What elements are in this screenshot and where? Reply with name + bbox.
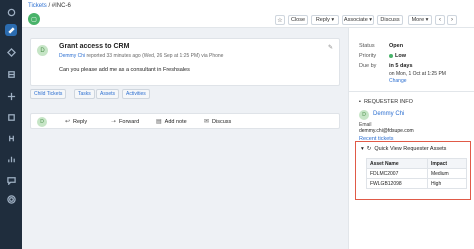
status-row: Status Open xyxy=(359,43,404,49)
settings-nav-icon[interactable] xyxy=(6,194,16,204)
impact-cell: Medium xyxy=(426,168,468,179)
next-ticket-icon[interactable]: › xyxy=(447,15,457,25)
requester-info-header: ▪ REQUESTER INFO xyxy=(359,99,413,105)
reply-action[interactable]: ↩ Reply xyxy=(65,118,87,126)
breadcrumb-current: #INC-6 xyxy=(51,3,71,9)
reports-nav-icon[interactable] xyxy=(6,154,16,164)
priority-row: Priority Low xyxy=(359,53,406,59)
forward-icon: ➝ xyxy=(111,119,117,125)
expand-icon[interactable]: ▪ xyxy=(359,99,361,105)
requester-avatar-small: D xyxy=(359,110,369,120)
note-icon: ▤ xyxy=(156,119,162,125)
top-bar: Tickets / #INC-6 ▢ ☆ Close Reply ▾ Assoc… xyxy=(22,0,474,28)
ticket-type-icon: ▢ xyxy=(28,13,40,25)
reply-icon: ↩ xyxy=(65,119,71,125)
associate-dropdown-button[interactable]: Associate ▾ xyxy=(342,15,374,25)
tab-assets[interactable]: Assets xyxy=(96,89,120,99)
left-sidebar xyxy=(0,0,22,249)
reply-dropdown-button[interactable]: Reply ▾ xyxy=(311,15,339,25)
tab-child-tickets[interactable]: Child Tickets xyxy=(30,89,67,99)
tickets-nav-icon[interactable] xyxy=(5,24,17,36)
status-value[interactable]: Open xyxy=(389,43,403,49)
priority-value[interactable]: Low xyxy=(389,53,406,59)
email-value: demmy.chi@fdsupe.com xyxy=(359,128,414,134)
ticket-main: D Grant access to CRM Demmy Chi reported… xyxy=(22,28,348,249)
ticket-body: Can you please add me as a consultant in… xyxy=(59,67,190,73)
tab-tasks[interactable]: Tasks xyxy=(74,89,95,99)
forward-action[interactable]: ➝ Forward xyxy=(111,118,139,126)
priority-dot-icon xyxy=(389,53,393,58)
chat-nav-icon[interactable] xyxy=(6,175,16,185)
requester-avatar: D xyxy=(37,45,48,56)
ticket-tabs: Child Tickets Tasks Assets Activities xyxy=(30,88,340,100)
impact-cell: High xyxy=(426,178,468,189)
requester-name-link[interactable]: Demmy Chi xyxy=(373,111,404,117)
table-row[interactable]: FDLMC2007 Medium xyxy=(366,168,468,179)
due-value: in 5 days xyxy=(389,63,413,69)
requester-link[interactable]: Demmy Chi xyxy=(59,53,85,59)
tab-activities[interactable]: Activities xyxy=(122,89,150,99)
ticket-description-card: D Grant access to CRM Demmy Chi reported… xyxy=(30,38,340,86)
discuss-button[interactable]: Discuss xyxy=(377,15,403,25)
discuss-icon: ✉ xyxy=(204,119,210,125)
solutions-nav-icon[interactable] xyxy=(6,133,16,143)
agent-avatar: D xyxy=(37,117,47,127)
more-dropdown-button[interactable]: More ▾ xyxy=(408,15,432,25)
quick-view-header[interactable]: ▾ ↻ Quick View Requester Assets xyxy=(361,146,446,152)
changes-nav-icon[interactable] xyxy=(6,69,16,79)
refresh-icon: ↻ xyxy=(366,146,372,152)
caret-down-icon: ▾ xyxy=(361,146,364,152)
edit-icon[interactable]: ✎ xyxy=(328,44,333,51)
due-row: Due by in 5 days xyxy=(359,63,413,69)
properties-panel: Status Open Priority Low Due by in 5 day… xyxy=(348,28,474,249)
asset-name-cell: FWLGB12098 xyxy=(366,178,428,189)
close-button[interactable]: Close xyxy=(288,15,308,25)
ticket-title: Grant access to CRM xyxy=(59,43,130,50)
app-logo-icon[interactable] xyxy=(6,7,16,17)
column-header: Impact xyxy=(426,158,468,169)
prev-ticket-icon[interactable]: ‹ xyxy=(435,15,445,25)
reply-bar: D ↩ Reply ➝ Forward ▤ Add note ✉ Discuss xyxy=(30,113,340,129)
add-note-action[interactable]: ▤ Add note xyxy=(156,118,187,126)
discuss-action[interactable]: ✉ Discuss xyxy=(204,118,231,126)
quick-view-assets-panel: ▾ ↻ Quick View Requester Assets Asset Na… xyxy=(355,141,471,200)
column-header: Asset Name xyxy=(366,158,428,169)
star-icon[interactable]: ☆ xyxy=(275,15,285,25)
ticket-meta: Demmy Chi reported 33 minutes ago (Wed, … xyxy=(59,53,224,59)
due-date: on Mon, 1 Oct at 1:25 PM xyxy=(389,71,446,77)
breadcrumb-tickets-link[interactable]: Tickets xyxy=(28,3,47,9)
change-due-link[interactable]: Change xyxy=(389,78,407,84)
divider xyxy=(349,91,474,92)
assets-nav-icon[interactable] xyxy=(6,112,16,122)
releases-nav-icon[interactable] xyxy=(6,91,16,101)
breadcrumb: Tickets / #INC-6 xyxy=(28,3,71,9)
problems-nav-icon[interactable] xyxy=(6,47,16,57)
table-row[interactable]: FWLGB12098 High xyxy=(366,178,468,189)
asset-name-cell: FDLMC2007 xyxy=(366,168,428,179)
assets-table: Asset Name Impact FDLMC2007 Medium FWLGB… xyxy=(366,158,468,189)
